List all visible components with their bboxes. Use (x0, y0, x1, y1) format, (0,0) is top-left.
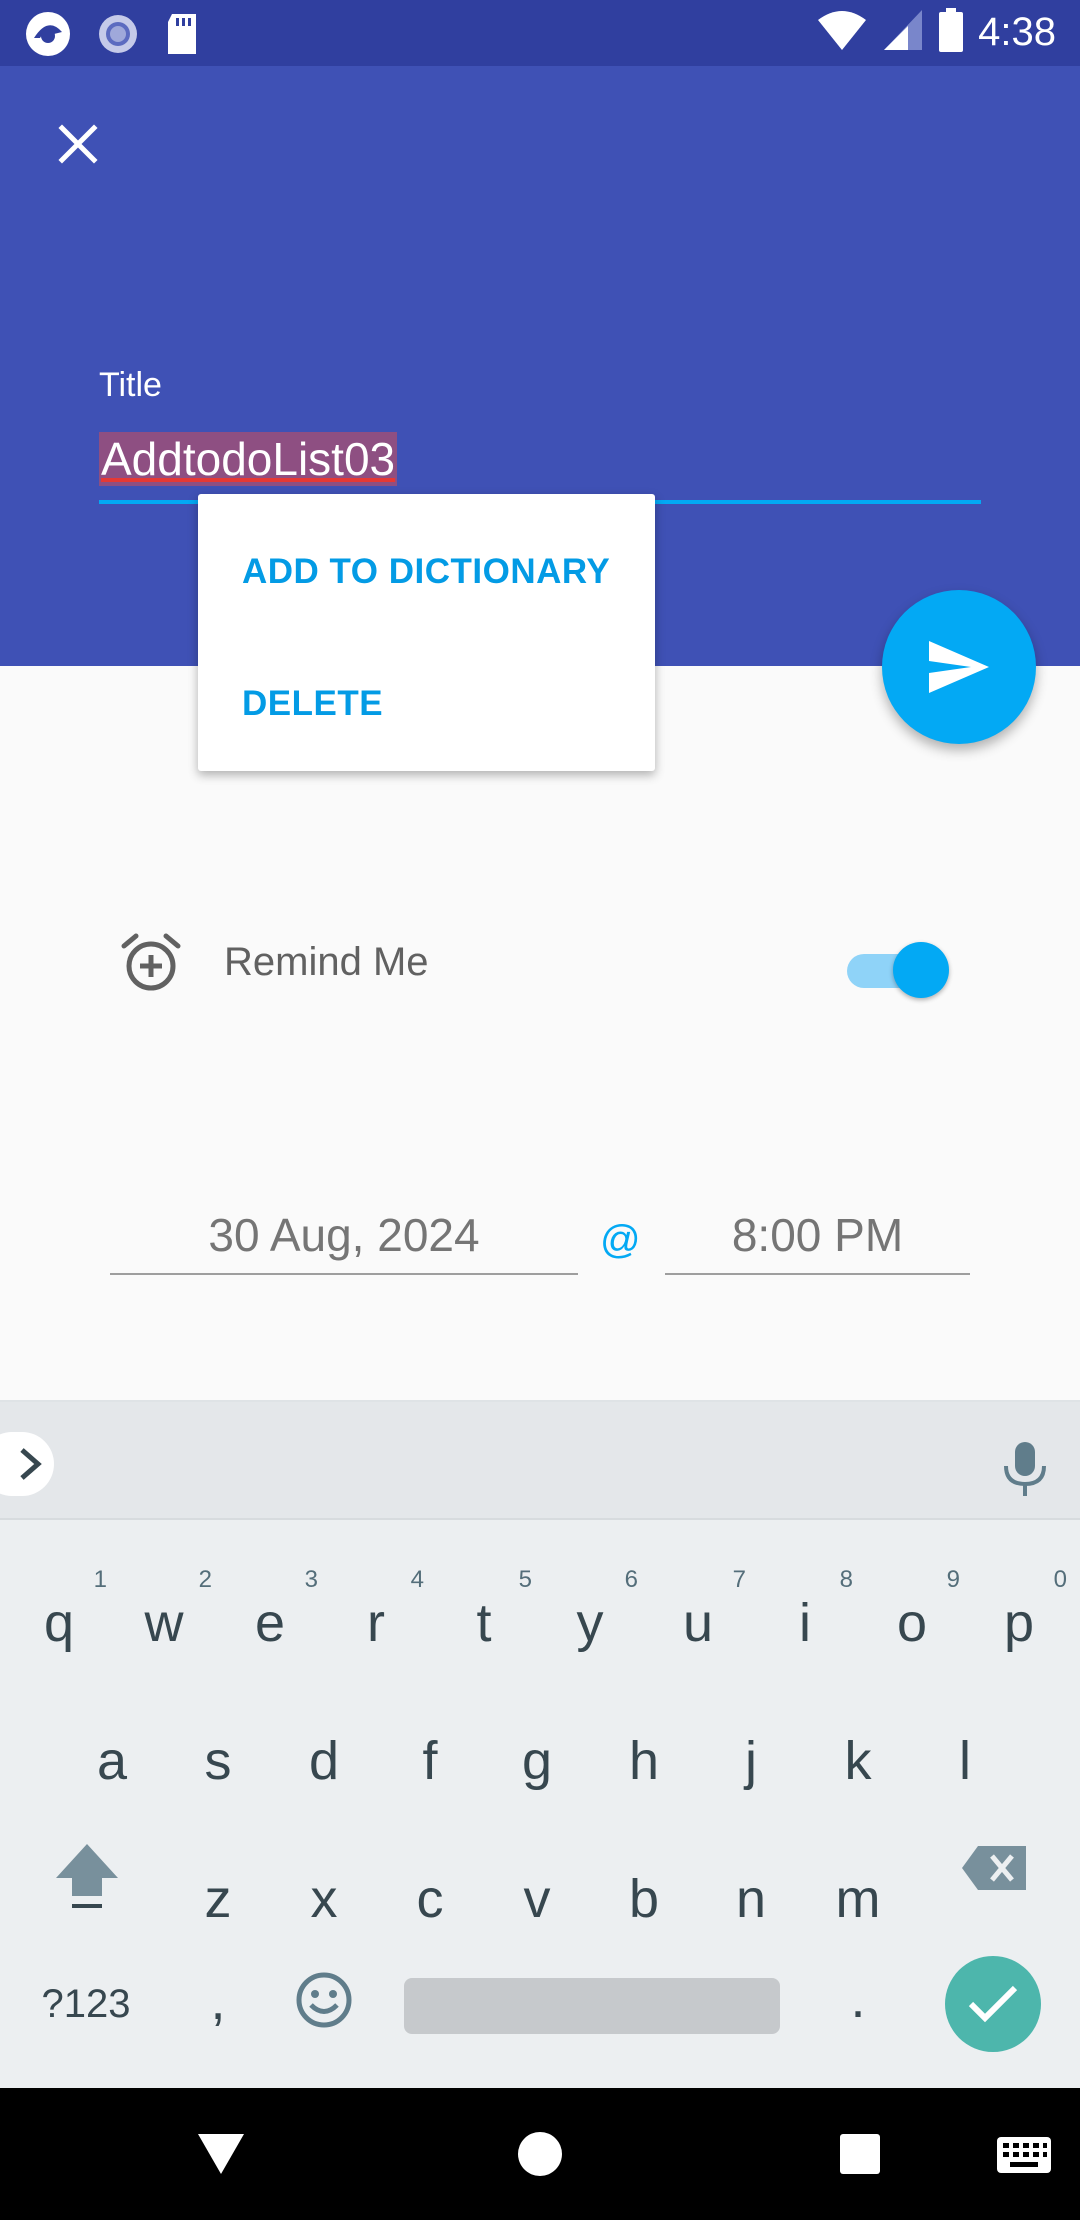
status-bar: 4:38 (0, 0, 1080, 66)
key-r[interactable]: r4 (336, 1566, 424, 1654)
remind-me-toggle[interactable] (845, 938, 953, 998)
key-v[interactable]: v (497, 1868, 577, 1930)
key-x[interactable]: x (284, 1868, 364, 1930)
key-u[interactable]: u7 (658, 1566, 746, 1654)
navigation-bar (0, 2088, 1080, 2220)
key-label: w (144, 1593, 184, 1653)
key-hint: 3 (304, 1566, 318, 1593)
key-w[interactable]: w2 (124, 1566, 213, 1654)
key-c[interactable]: c (390, 1868, 470, 1930)
key-hint: 7 (732, 1566, 746, 1593)
key-label: e (254, 1593, 286, 1653)
key-e[interactable]: e3 (230, 1566, 318, 1654)
shift-icon (56, 1844, 118, 1908)
battery-icon (938, 8, 964, 57)
key-p[interactable]: p0 (979, 1566, 1067, 1654)
key-s[interactable]: s (178, 1730, 258, 1792)
emoji-icon (296, 1972, 352, 2028)
chevron-right-icon (20, 1448, 42, 1480)
key-h[interactable]: h (604, 1730, 684, 1792)
key-hint: 5 (518, 1566, 532, 1593)
suggestion-bar (0, 1400, 1080, 1520)
recents-icon[interactable] (838, 2132, 882, 2176)
key-hint: 9 (946, 1566, 960, 1593)
checkmark-icon (968, 1985, 1018, 2023)
time-field[interactable]: 8:00 PM (665, 1200, 970, 1275)
key-hint: 2 (198, 1566, 212, 1593)
key-o[interactable]: o9 (872, 1566, 960, 1654)
key-m[interactable]: m (818, 1868, 898, 1930)
key-b[interactable]: b (604, 1868, 684, 1930)
record-icon (96, 12, 140, 61)
alarm-add-icon (121, 933, 181, 991)
backspace-icon (962, 1846, 1026, 1890)
title-input[interactable]: AddtodoList03 (99, 424, 981, 504)
key-g[interactable]: g (497, 1730, 577, 1792)
symbols-key[interactable]: ?123 (36, 1982, 136, 2027)
key-label: r (367, 1593, 385, 1653)
emoji-key[interactable] (284, 1970, 364, 2043)
key-label: q (43, 1593, 75, 1653)
sd-card-icon (164, 12, 200, 61)
microphone-icon[interactable] (1000, 1440, 1050, 1498)
key-label: o (896, 1593, 928, 1653)
title-input-value[interactable]: AddtodoList03 (99, 432, 398, 486)
key-z[interactable]: z (178, 1868, 258, 1930)
text-selection-popup: ADD TO DICTIONARY DELETE (198, 494, 655, 771)
close-button[interactable] (50, 116, 106, 172)
close-icon (58, 124, 98, 164)
key-label: i (799, 1593, 811, 1653)
key-hint: 1 (93, 1566, 107, 1593)
comma-key[interactable]: , (178, 1970, 258, 2032)
key-j[interactable]: j (711, 1730, 791, 1792)
key-f[interactable]: f (390, 1730, 470, 1792)
signal-icon (882, 8, 924, 57)
clock: 4:38 (978, 10, 1056, 54)
key-label: t (476, 1593, 492, 1653)
add-to-dictionary-item[interactable]: ADD TO DICTIONARY (242, 552, 610, 592)
period-key[interactable]: . (818, 1968, 898, 2030)
key-label: p (1003, 1593, 1035, 1653)
send-button[interactable] (882, 590, 1036, 744)
remind-me-label: Remind Me (224, 940, 429, 984)
soft-keyboard: q1 w2 e3 r4 t5 y6 u7 i8 o9 p0 a s d f g … (0, 1400, 1080, 2088)
shift-key[interactable] (44, 1840, 130, 1925)
keyboard-switch-icon[interactable] (996, 2136, 1052, 2174)
key-k[interactable]: k (818, 1730, 898, 1792)
remind-me-row: Remind Me (0, 920, 1080, 1010)
key-a[interactable]: a (72, 1730, 152, 1792)
spacebar[interactable] (404, 1978, 780, 2034)
key-t[interactable]: t5 (444, 1566, 532, 1654)
key-l[interactable]: l (925, 1730, 1005, 1792)
key-label: u (682, 1593, 714, 1653)
key-label: y (576, 1593, 604, 1653)
backspace-key[interactable] (952, 1840, 1038, 1909)
back-icon[interactable] (196, 2132, 246, 2176)
wifi-icon (816, 8, 868, 57)
key-y[interactable]: y6 (550, 1566, 639, 1654)
key-hint: 4 (410, 1566, 424, 1593)
key-q[interactable]: q1 (19, 1566, 107, 1654)
delete-item[interactable]: DELETE (242, 684, 383, 724)
key-n[interactable]: n (711, 1868, 791, 1930)
toggle-thumb (893, 942, 949, 998)
expand-suggestions-button[interactable] (0, 1432, 54, 1496)
title-label: Title (99, 366, 162, 404)
key-hint: 8 (839, 1566, 853, 1593)
app-icon (24, 10, 72, 63)
done-key[interactable] (945, 1956, 1041, 2052)
key-hint: 0 (1053, 1566, 1067, 1593)
at-separator: @ (600, 1218, 641, 1262)
key-i[interactable]: i8 (765, 1566, 853, 1654)
key-hint: 6 (624, 1566, 638, 1593)
date-field[interactable]: 30 Aug, 2024 (110, 1200, 578, 1275)
key-d[interactable]: d (284, 1730, 364, 1792)
home-icon[interactable] (516, 2130, 564, 2178)
send-icon (929, 641, 989, 693)
